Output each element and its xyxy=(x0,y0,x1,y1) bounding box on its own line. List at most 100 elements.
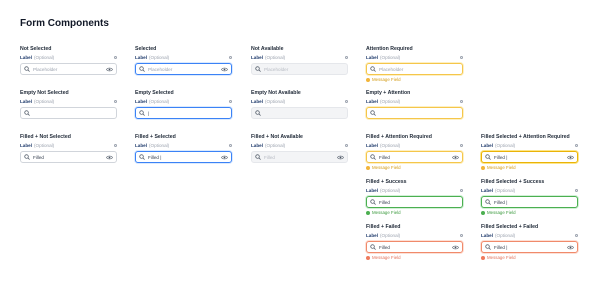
info-icon[interactable] xyxy=(574,143,578,148)
eye-icon[interactable] xyxy=(221,67,228,72)
search-icon xyxy=(139,110,145,116)
label-row: Label (Optional) xyxy=(251,98,348,105)
state-title: Empty Selected xyxy=(135,90,174,96)
field-label: Label xyxy=(481,233,493,238)
info-icon[interactable] xyxy=(344,143,348,148)
optional-tag: (Optional) xyxy=(380,99,401,104)
state-title: Filled Selected + Attention Required xyxy=(481,134,570,140)
info-icon[interactable] xyxy=(459,143,463,148)
text-input-field: Filled xyxy=(251,151,348,163)
info-icon[interactable] xyxy=(113,99,117,104)
optional-tag: (Optional) xyxy=(34,143,55,148)
info-icon[interactable] xyxy=(459,55,463,60)
text-input-field[interactable]: | xyxy=(135,107,232,119)
info-icon[interactable] xyxy=(228,99,232,104)
text-input-field[interactable]: Placeholder xyxy=(366,63,463,75)
info-icon[interactable] xyxy=(113,55,117,60)
state-title: Selected xyxy=(135,46,157,52)
optional-tag: (Optional) xyxy=(265,55,286,60)
form-control-filled-selected-failed: Filled Selected + Failed Label (Optional) F… xyxy=(481,224,578,261)
text-input-field[interactable] xyxy=(366,107,463,119)
info-icon[interactable] xyxy=(459,233,463,238)
form-control-empty-attention: Empty + Attention Label (Optional) xyxy=(366,90,463,119)
search-icon xyxy=(24,110,30,116)
optional-tag: (Optional) xyxy=(149,55,170,60)
message-text: Message Field xyxy=(487,164,516,170)
eye-icon[interactable] xyxy=(106,67,113,72)
optional-tag: (Optional) xyxy=(149,99,170,104)
label-row: Label (Optional) xyxy=(251,142,348,149)
message-text: Message Field xyxy=(487,254,516,260)
input-value: Placeholder xyxy=(264,66,289,72)
state-title: Filled Selected + Success xyxy=(481,179,545,185)
eye-icon[interactable] xyxy=(452,155,459,160)
input-value: Placeholder xyxy=(33,66,58,72)
message-text: Message Field xyxy=(372,164,401,170)
field-label: Label xyxy=(251,55,263,60)
state-title: Filled + Attention Required xyxy=(366,134,432,140)
text-input-field[interactable]: Filled | xyxy=(481,241,578,253)
label-row: Label (Optional) xyxy=(481,187,578,194)
eye-icon[interactable] xyxy=(106,155,113,160)
status-dot-icon xyxy=(366,165,370,170)
search-icon xyxy=(24,66,30,72)
message-field: Message Field xyxy=(481,255,578,261)
text-input-field[interactable]: Filled | xyxy=(135,151,232,163)
form-control-empty-not-selected: Empty Not Selected Label (Optional) xyxy=(20,90,117,119)
text-input-field[interactable] xyxy=(20,107,117,119)
search-icon xyxy=(255,154,261,160)
form-control-filled-attention-required: Filled + Attention Required Label (Optiona… xyxy=(366,134,463,171)
form-control-empty-not-available: Empty Not Available Label (Optional) xyxy=(251,90,348,119)
form-control-not-available: Not Available Label (Optional) Placeholder xyxy=(251,46,348,75)
label-row: Label (Optional) xyxy=(135,142,232,149)
message-field: Message Field xyxy=(366,165,463,171)
field-label: Label xyxy=(135,143,147,148)
search-icon xyxy=(370,154,376,160)
status-dot-icon xyxy=(481,165,485,170)
info-icon[interactable] xyxy=(228,55,232,60)
info-icon[interactable] xyxy=(344,99,348,104)
text-input-field[interactable]: Filled xyxy=(20,151,117,163)
optional-tag: (Optional) xyxy=(380,188,401,193)
info-icon[interactable] xyxy=(344,55,348,60)
input-value: Filled xyxy=(379,199,390,205)
text-input-field[interactable]: Placeholder xyxy=(135,63,232,75)
status-dot-icon xyxy=(366,210,370,215)
info-icon[interactable] xyxy=(113,143,117,148)
eye-icon[interactable] xyxy=(221,155,228,160)
input-value: Filled | xyxy=(494,244,508,250)
field-label: Label xyxy=(366,143,378,148)
text-input-field[interactable]: Filled xyxy=(366,151,463,163)
state-title: Filled + Failed xyxy=(366,224,401,230)
text-input-field[interactable]: Filled xyxy=(366,241,463,253)
text-input-field[interactable]: Filled | xyxy=(481,196,578,208)
info-icon[interactable] xyxy=(459,188,463,193)
eye-icon[interactable] xyxy=(567,245,574,250)
info-icon[interactable] xyxy=(574,188,578,193)
info-icon[interactable] xyxy=(574,233,578,238)
form-control-empty-selected: Empty Selected Label (Optional) | xyxy=(135,90,232,119)
status-dot-icon xyxy=(366,77,370,82)
optional-tag: (Optional) xyxy=(380,143,401,148)
state-title: Attention Required xyxy=(366,46,413,52)
optional-tag: (Optional) xyxy=(495,143,516,148)
label-row: Label (Optional) xyxy=(481,232,578,239)
text-input-field xyxy=(251,107,348,119)
search-icon xyxy=(370,244,376,250)
eye-icon[interactable] xyxy=(337,155,344,160)
input-value: | xyxy=(148,110,150,116)
info-icon[interactable] xyxy=(459,99,463,104)
text-input-field[interactable]: Placeholder xyxy=(20,63,117,75)
state-title: Filled + Not Selected xyxy=(20,134,71,140)
text-input-field[interactable]: Filled | xyxy=(481,151,578,163)
info-icon[interactable] xyxy=(228,143,232,148)
text-input-field[interactable]: Filled xyxy=(366,196,463,208)
message-field: Message Field xyxy=(366,210,463,216)
input-value: Placeholder xyxy=(148,66,173,72)
optional-tag: (Optional) xyxy=(495,233,516,238)
eye-icon[interactable] xyxy=(567,155,574,160)
eye-icon[interactable] xyxy=(452,245,459,250)
label-row: Label (Optional) xyxy=(366,54,463,61)
label-row: Label (Optional) xyxy=(366,142,463,149)
optional-tag: (Optional) xyxy=(380,233,401,238)
